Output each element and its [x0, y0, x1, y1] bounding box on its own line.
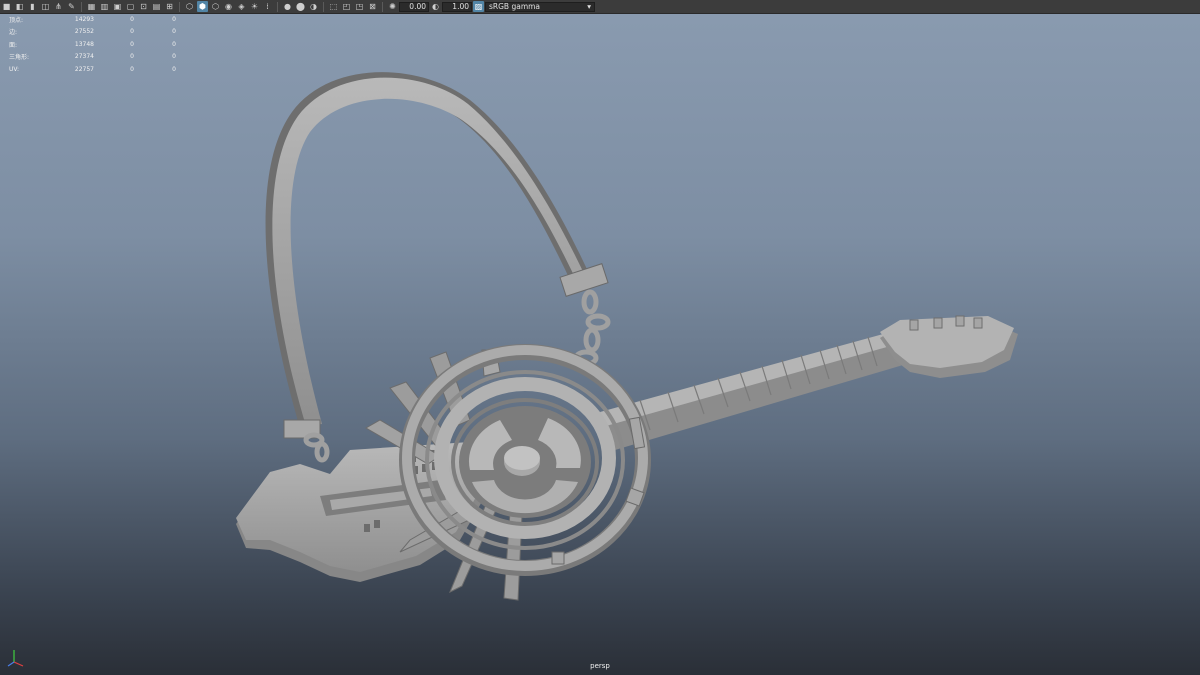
color-space-label: sRGB gamma	[489, 2, 541, 11]
color-management-icon[interactable]: ▨	[473, 1, 484, 12]
camera-icon[interactable]: ■	[1, 1, 12, 12]
hud-label: 顶点:	[9, 16, 24, 24]
hud-value: 0	[130, 15, 134, 23]
camera-attributes-icon[interactable]: ◧	[14, 1, 25, 12]
hud-row-faces: 面: 13748 0 0	[9, 38, 176, 51]
depth-of-field-icon[interactable]: ●	[282, 1, 293, 12]
camera-name-label: persp	[590, 662, 610, 670]
film-gate-icon[interactable]: ✎	[66, 1, 77, 12]
viewport-3d[interactable]: 顶点: 14293 0 0 边: 27552 0 0 面: 13748 0 0 …	[0, 0, 1200, 675]
hud-value: 0	[130, 28, 134, 36]
resolution-gate-icon[interactable]: ▦	[86, 1, 97, 12]
hud-value: 0	[172, 15, 176, 23]
wireframe-on-shaded-icon[interactable]: ⬡	[184, 1, 195, 12]
hud-value: 27374	[74, 53, 94, 61]
hud-label: 面:	[9, 41, 18, 49]
hud-value: 0	[130, 65, 134, 73]
exposure-field[interactable]	[399, 1, 429, 12]
color-space-select[interactable]: sRGB gamma ▾	[485, 1, 595, 12]
hud-value: 0	[172, 65, 176, 73]
toolbar-separator	[179, 1, 180, 12]
safe-action-icon[interactable]: ▢	[125, 1, 136, 12]
motion-blur-icon[interactable]: ☀	[249, 1, 260, 12]
wireframe-icon[interactable]: ▤	[151, 1, 162, 12]
model-render[interactable]	[0, 0, 1200, 675]
hud-value: 27552	[74, 28, 94, 36]
viewport-toolbar: ■ ◧ ▮ ◫ ⋔ ✎ ▦ ▥ ▣ ▢ ⊡ ▤ ⊞ ⬡ ⬢ ⬡ ◉ ◈ ☀ ⁞ …	[0, 0, 1200, 14]
toolbar-separator	[323, 1, 324, 12]
exposure-icon[interactable]: ✺	[387, 1, 398, 12]
xray-icon[interactable]: ◑	[308, 1, 319, 12]
shadows-icon[interactable]: ◉	[223, 1, 234, 12]
safe-title-icon[interactable]: ⊡	[138, 1, 149, 12]
hud-value: 22757	[74, 65, 94, 73]
neck	[600, 328, 920, 450]
backface-icon[interactable]: ◰	[341, 1, 352, 12]
hud-value: 0	[172, 28, 176, 36]
lights-icon[interactable]: ⬡	[210, 1, 221, 12]
textured-icon[interactable]: ⬢	[197, 1, 208, 12]
ambient-occlusion-icon[interactable]: ◈	[236, 1, 247, 12]
toolbar-separator	[81, 1, 82, 12]
grid-icon[interactable]: ⋔	[53, 1, 64, 12]
hud-row-triangles: 三角形: 27374 0 0	[9, 51, 176, 64]
hud-value: 13748	[74, 40, 94, 48]
toolbar-separator	[382, 1, 383, 12]
hud-label: UV:	[9, 65, 20, 73]
hud-row-uvs: UV: 22757 0 0	[9, 63, 176, 76]
toolbar-separator	[277, 1, 278, 12]
gate-mask-icon[interactable]: ▥	[99, 1, 110, 12]
hud-value: 0	[172, 40, 176, 48]
hud-icon[interactable]: ⊠	[367, 1, 378, 12]
drum-head	[459, 406, 591, 518]
hud-row-vertices: 顶点: 14293 0 0	[9, 13, 176, 26]
isolate-select-icon[interactable]: ⬤	[295, 1, 306, 12]
hud-value: 0	[130, 40, 134, 48]
hud-value: 0	[172, 53, 176, 61]
headstock	[880, 315, 1018, 378]
bookmark-icon[interactable]: ▮	[27, 1, 38, 12]
anti-aliasing-icon[interactable]: ⁞	[262, 1, 273, 12]
gamma-icon[interactable]: ◐	[430, 1, 441, 12]
hud-row-edges: 边: 27552 0 0	[9, 26, 176, 39]
component-icon[interactable]: ◳	[354, 1, 365, 12]
smooth-shade-icon[interactable]: ⊞	[164, 1, 175, 12]
xray-joints-icon[interactable]: ⬚	[328, 1, 339, 12]
hud-label: 边:	[9, 29, 18, 37]
hud-value: 14293	[74, 15, 94, 23]
hud-value: 0	[130, 53, 134, 61]
hud-label: 三角形:	[9, 54, 30, 62]
poly-count-hud: 顶点: 14293 0 0 边: 27552 0 0 面: 13748 0 0 …	[9, 13, 176, 76]
chevron-down-icon: ▾	[587, 2, 591, 11]
field-chart-icon[interactable]: ▣	[112, 1, 123, 12]
image-plane-icon[interactable]: ◫	[40, 1, 51, 12]
gamma-field[interactable]	[442, 1, 472, 12]
